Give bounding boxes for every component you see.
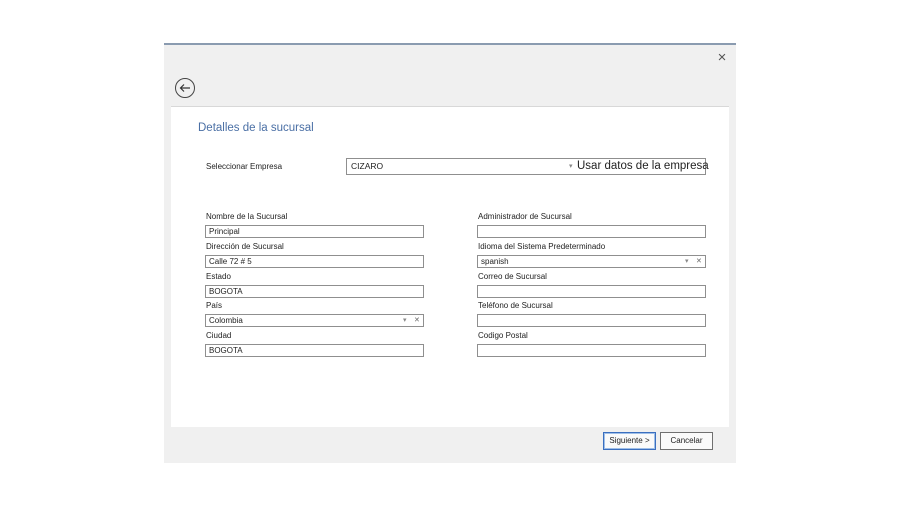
close-icon[interactable]: ×: [712, 49, 732, 67]
postal-label: Codigo Postal: [478, 331, 528, 340]
idioma-select[interactable]: spanish ▾ ✕: [477, 255, 706, 268]
back-arrow-icon[interactable]: [175, 78, 195, 98]
ciudad-label: Ciudad: [206, 331, 232, 340]
clear-icon[interactable]: ✕: [696, 256, 702, 267]
estado-label: Estado: [206, 272, 231, 281]
idioma-label: Idioma del Sistema Predeterminado: [478, 242, 606, 251]
telefono-label: Teléfono de Sucursal: [478, 301, 553, 310]
empresa-label: Seleccionar Empresa: [206, 162, 283, 171]
branch-dialog: × Detalles de la sucursal Seleccionar Em…: [164, 43, 736, 463]
chevron-down-icon[interactable]: ▾: [569, 159, 573, 174]
chevron-down-icon[interactable]: ▾: [403, 315, 407, 326]
use-company-data-button[interactable]: Usar datos de la empresa: [577, 158, 709, 175]
empresa-value: CIZARO: [351, 161, 384, 171]
idioma-value: spanish: [481, 257, 509, 266]
telefono-field[interactable]: [477, 314, 706, 327]
ciudad-field[interactable]: BOGOTA: [205, 344, 424, 357]
empresa-select[interactable]: CIZARO ▾ Usar datos de la empresa: [346, 158, 709, 175]
chevron-down-icon[interactable]: ▾: [685, 256, 689, 267]
direccion-label: Dirección de Sucursal: [206, 242, 284, 251]
section-title: Detalles de la sucursal: [198, 122, 314, 134]
next-button[interactable]: Siguiente >: [603, 432, 656, 450]
nombre-label: Nombre de la Sucursal: [206, 212, 288, 221]
pais-select[interactable]: Colombia ▾ ✕: [205, 314, 424, 327]
nombre-field[interactable]: Principal: [205, 225, 424, 238]
pais-value: Colombia: [209, 316, 243, 325]
correo-field[interactable]: [477, 285, 706, 298]
pais-label: País: [206, 301, 223, 310]
dialog-top-border: [164, 43, 736, 45]
estado-field[interactable]: BOGOTA: [205, 285, 424, 298]
direccion-field[interactable]: Calle 72 # 5: [205, 255, 424, 268]
administrador-field[interactable]: [477, 225, 706, 238]
postal-field[interactable]: [477, 344, 706, 357]
cancel-button[interactable]: Cancelar: [660, 432, 713, 450]
correo-label: Correo de Sucursal: [478, 272, 547, 281]
administrador-label: Administrador de Sucursal: [478, 212, 572, 221]
clear-icon[interactable]: ✕: [414, 315, 420, 326]
